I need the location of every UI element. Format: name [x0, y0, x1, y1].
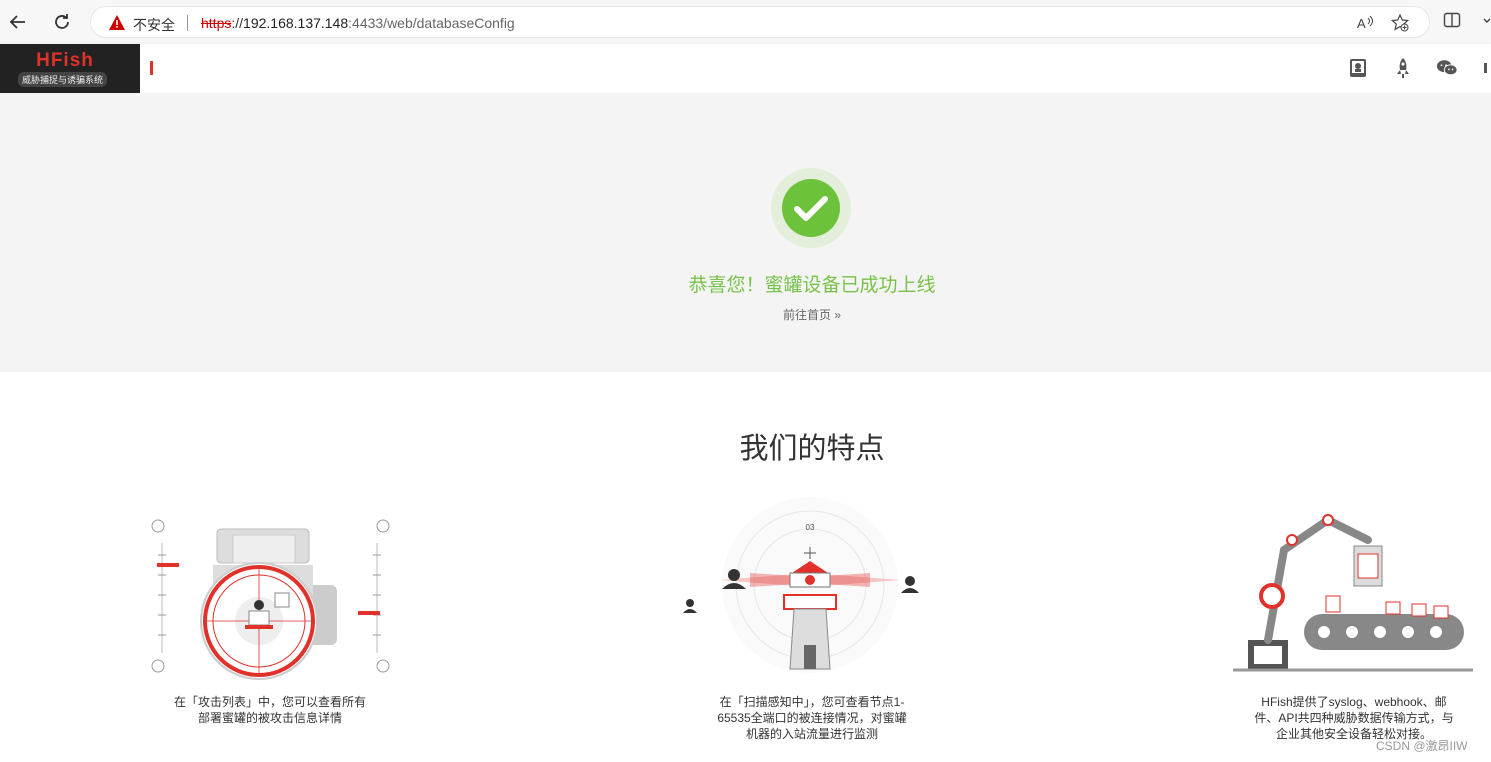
reload-icon[interactable] — [49, 9, 75, 35]
home-link[interactable]: 前往首页 » — [0, 306, 1491, 323]
data-transfer-illustration — [1233, 514, 1473, 672]
logo[interactable]: HFish 威胁捕捉与诱骗系统 — [0, 44, 140, 93]
more-icon[interactable] — [1484, 57, 1491, 79]
success-badge — [771, 168, 851, 248]
security-status[interactable]: 不安全 — [133, 15, 175, 35]
menu-indicator — [150, 61, 153, 75]
watermark: CSDN @激昂IIW — [1376, 739, 1468, 753]
logo-title: HFish — [36, 50, 94, 71]
split-screen-icon[interactable] — [1443, 11, 1461, 34]
svg-text:A: A — [1357, 16, 1366, 31]
favorite-add-icon[interactable] — [1390, 13, 1410, 37]
url-text[interactable]: https://192.168.137.148:4433/web/databas… — [201, 15, 515, 31]
warning-icon — [109, 15, 125, 30]
feature-scan-perception: 在「扫描感知中」，您可查看节点1- 65535全端口的被连接情况，对蜜罐 机器的… — [717, 695, 907, 741]
success-title: 恭喜您！蜜罐设备已成功上线 — [688, 275, 936, 296]
feature-data-transfer: HFish提供了syslog、webhook、邮 件、API共四种威胁数据传输方… — [1254, 695, 1454, 741]
wechat-icon[interactable] — [1436, 57, 1458, 79]
docs-icon[interactable] — [1347, 57, 1369, 79]
features-title: 我们的特点 — [739, 433, 885, 465]
rocket-icon[interactable] — [1392, 57, 1414, 79]
read-aloud-icon[interactable]: A — [1356, 14, 1374, 37]
feature-attack-list: 在「攻击列表」中，您可以查看所有 部署蜜罐的被攻击信息详情 — [173, 695, 366, 725]
logo-subtitle: 威胁捕捉与诱骗系统 — [18, 72, 108, 87]
success-panel: 恭喜您！蜜罐设备已成功上线 前往首页 » — [0, 93, 1491, 372]
checkmark-icon — [794, 196, 828, 221]
app-header: HFish 威胁捕捉与诱骗系统 — [0, 44, 1491, 93]
favorites-icon[interactable] — [1482, 11, 1491, 34]
address-bar[interactable]: 不安全 https://192.168.137.148:4433/web/dat… — [90, 6, 1430, 38]
attack-list-illustration — [151, 519, 390, 680]
scan-perception-illustration: 03 — [683, 497, 919, 673]
divider — [187, 15, 188, 31]
back-icon[interactable] — [5, 9, 31, 35]
browser-toolbar: 不安全 https://192.168.137.148:4433/web/dat… — [0, 0, 1491, 45]
svg-text:03: 03 — [806, 523, 815, 532]
